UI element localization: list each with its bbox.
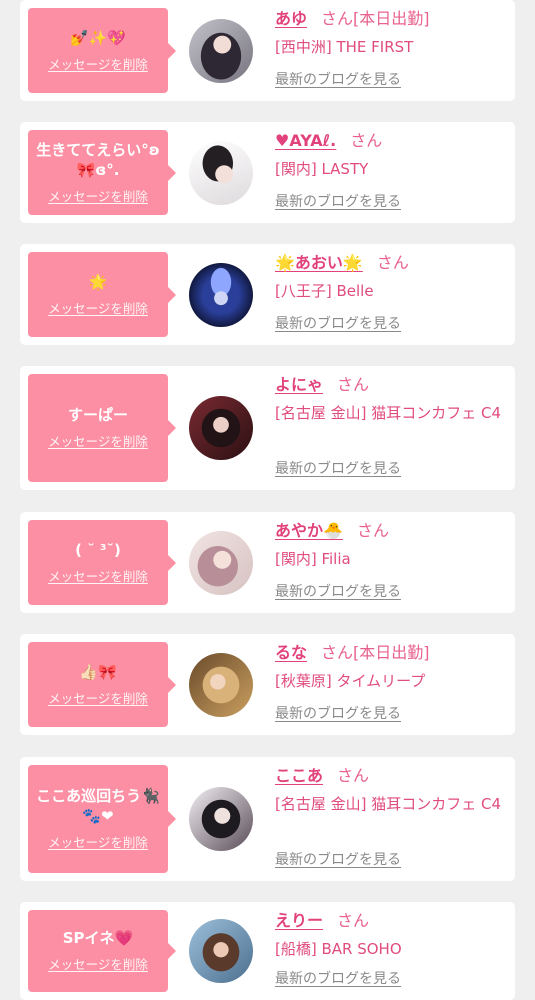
message-text: 👍🏻🎀 [79,662,117,681]
message-text: ( ˘ ³˘) [75,540,121,559]
name-row: 🌟あおい🌟 さん [275,252,505,274]
shop-name: [名古屋 金山] 猫耳コンカフェ C4 [275,404,502,422]
delete-message-link[interactable]: メッセージを削除 [48,300,148,318]
cast-name-link[interactable]: あゆ [275,9,307,28]
latest-blog-link[interactable]: 最新のブログを見る [275,313,401,335]
delete-message-link[interactable]: メッセージを削除 [48,568,148,586]
delete-message-link[interactable]: メッセージを削除 [48,690,148,708]
shop-name: [八王子] Belle [275,282,374,300]
honorific: さん [321,643,354,662]
message-card: ( ˘ ³˘) メッセージを削除 あやか🐣 さん [関内] Filia 最新のブロ… [20,512,515,613]
avatar[interactable] [189,396,253,460]
message-card: 💅✨💖 メッセージを削除 あゆ さん[本日出勤] [西中洲] THE FIRST … [20,0,515,101]
latest-blog-link[interactable]: 最新のブログを見る [275,191,401,213]
name-row: あゆ さん[本日出勤] [275,8,505,30]
cast-info: あやか🐣 さん [関内] Filia 最新のブログを見る [275,520,505,605]
name-row: るな さん[本日出勤] [275,642,505,664]
cast-name-link[interactable]: ここあ [275,766,323,785]
cast-info: よにゃ さん [名古屋 金山] 猫耳コンカフェ C4 最新のブログを見る [275,374,505,482]
message-text: 🌟 [88,272,108,291]
cast-info: えりー さん [船橋] BAR SOHO 最新のブログを見る [275,910,505,992]
name-row: あやか🐣 さん [275,520,505,542]
latest-blog-link[interactable]: 最新のブログを見る [275,458,401,480]
avatar[interactable] [189,530,253,595]
honorific: さん [350,131,383,150]
message-text: 生きててえらい°ʚ🎀ɞ°. [36,140,160,179]
delete-message-link[interactable]: メッセージを削除 [48,188,148,206]
avatar[interactable] [189,140,253,205]
honorific: さん [337,375,370,394]
cast-info: ♥AYAℓ. さん [関内] LASTY 最新のブログを見る [275,130,505,215]
honorific: さん [337,911,370,930]
shop-name: [関内] Filia [275,550,351,568]
honorific: さん [356,521,389,540]
cast-name-link[interactable]: ♥AYAℓ. [275,131,336,150]
name-row: ここあ さん [275,765,505,787]
message-bubble: ここあ巡回ちう🐈‍⬛🐾❤ メッセージを削除 [28,765,176,873]
message-text: すーぱー [67,406,128,424]
delete-message-link[interactable]: メッセージを削除 [48,956,148,974]
latest-blog-link[interactable]: 最新のブログを見る [275,849,401,871]
shop-name: [関内] LASTY [275,160,369,178]
latest-blog-link[interactable]: 最新のブログを見る [275,968,401,990]
delete-message-link[interactable]: メッセージを削除 [48,834,148,852]
message-card: 生きててえらい°ʚ🎀ɞ°. メッセージを削除 ♥AYAℓ. さん [関内] LAS… [20,122,515,223]
message-bubble: 👍🏻🎀 メッセージを削除 [28,642,176,727]
avatar[interactable] [189,18,253,83]
avatar[interactable] [189,652,253,717]
latest-blog-link[interactable]: 最新のブログを見る [275,69,401,91]
attendance-status: [本日出勤] [353,9,430,28]
message-bubble: 生きててえらい°ʚ🎀ɞ°. メッセージを削除 [28,130,176,215]
name-row: えりー さん [275,910,505,932]
honorific: さん [337,766,370,785]
name-row: よにゃ さん [275,374,505,396]
message-text: SPイネ💗 [62,929,134,947]
cast-name-link[interactable]: えりー [275,911,323,930]
message-bubble: ( ˘ ³˘) メッセージを削除 [28,520,176,605]
shop-name: [名古屋 金山] 猫耳コンカフェ C4 [275,795,502,813]
cast-name-link[interactable]: あやか🐣 [275,521,343,540]
honorific: さん [321,9,354,28]
cast-info: るな さん[本日出勤] [秋葉原] タイムリープ 最新のブログを見る [275,642,505,727]
honorific: さん [376,253,409,272]
avatar[interactable] [189,919,253,983]
cast-info: ここあ さん [名古屋 金山] 猫耳コンカフェ C4 最新のブログを見る [275,765,505,873]
latest-blog-link[interactable]: 最新のブログを見る [275,703,401,725]
message-bubble: SPイネ💗 メッセージを削除 [28,910,176,992]
message-card: 🌟 メッセージを削除 🌟あおい🌟 さん [八王子] Belle 最新のブログを見る [20,244,515,345]
cast-info: あゆ さん[本日出勤] [西中洲] THE FIRST 最新のブログを見る [275,8,505,93]
message-card: SPイネ💗 メッセージを削除 えりー さん [船橋] BAR SOHO 最新のブロ… [20,902,515,1000]
message-bubble: すーぱー メッセージを削除 [28,374,176,482]
name-row: ♥AYAℓ. さん [275,130,505,152]
avatar[interactable] [189,262,253,327]
latest-blog-link[interactable]: 最新のブログを見る [275,581,401,603]
cast-name-link[interactable]: 🌟あおい🌟 [275,253,363,272]
attendance-status: [本日出勤] [353,643,430,662]
message-card: ここあ巡回ちう🐈‍⬛🐾❤ メッセージを削除 ここあ さん [名古屋 金山] 猫耳コ… [20,757,515,881]
shop-name: [船橋] BAR SOHO [275,940,402,958]
message-bubble: 💅✨💖 メッセージを削除 [28,8,176,93]
delete-message-link[interactable]: メッセージを削除 [48,433,148,451]
message-list: 💅✨💖 メッセージを削除 あゆ さん[本日出勤] [西中洲] THE FIRST … [0,0,535,1000]
message-card: すーぱー メッセージを削除 よにゃ さん [名古屋 金山] 猫耳コンカフェ C4 … [20,366,515,490]
avatar[interactable] [189,787,253,851]
cast-info: 🌟あおい🌟 さん [八王子] Belle 最新のブログを見る [275,252,505,337]
shop-name: [秋葉原] タイムリープ [275,672,426,690]
shop-name: [西中洲] THE FIRST [275,38,414,56]
message-card: 👍🏻🎀 メッセージを削除 るな さん[本日出勤] [秋葉原] タイムリープ 最新の… [20,634,515,735]
message-text: 💅✨💖 [69,28,127,47]
cast-name-link[interactable]: よにゃ [275,375,323,394]
delete-message-link[interactable]: メッセージを削除 [48,56,148,74]
message-bubble: 🌟 メッセージを削除 [28,252,176,337]
cast-name-link[interactable]: るな [275,643,307,662]
message-text: ここあ巡回ちう🐈‍⬛🐾❤ [36,787,160,825]
